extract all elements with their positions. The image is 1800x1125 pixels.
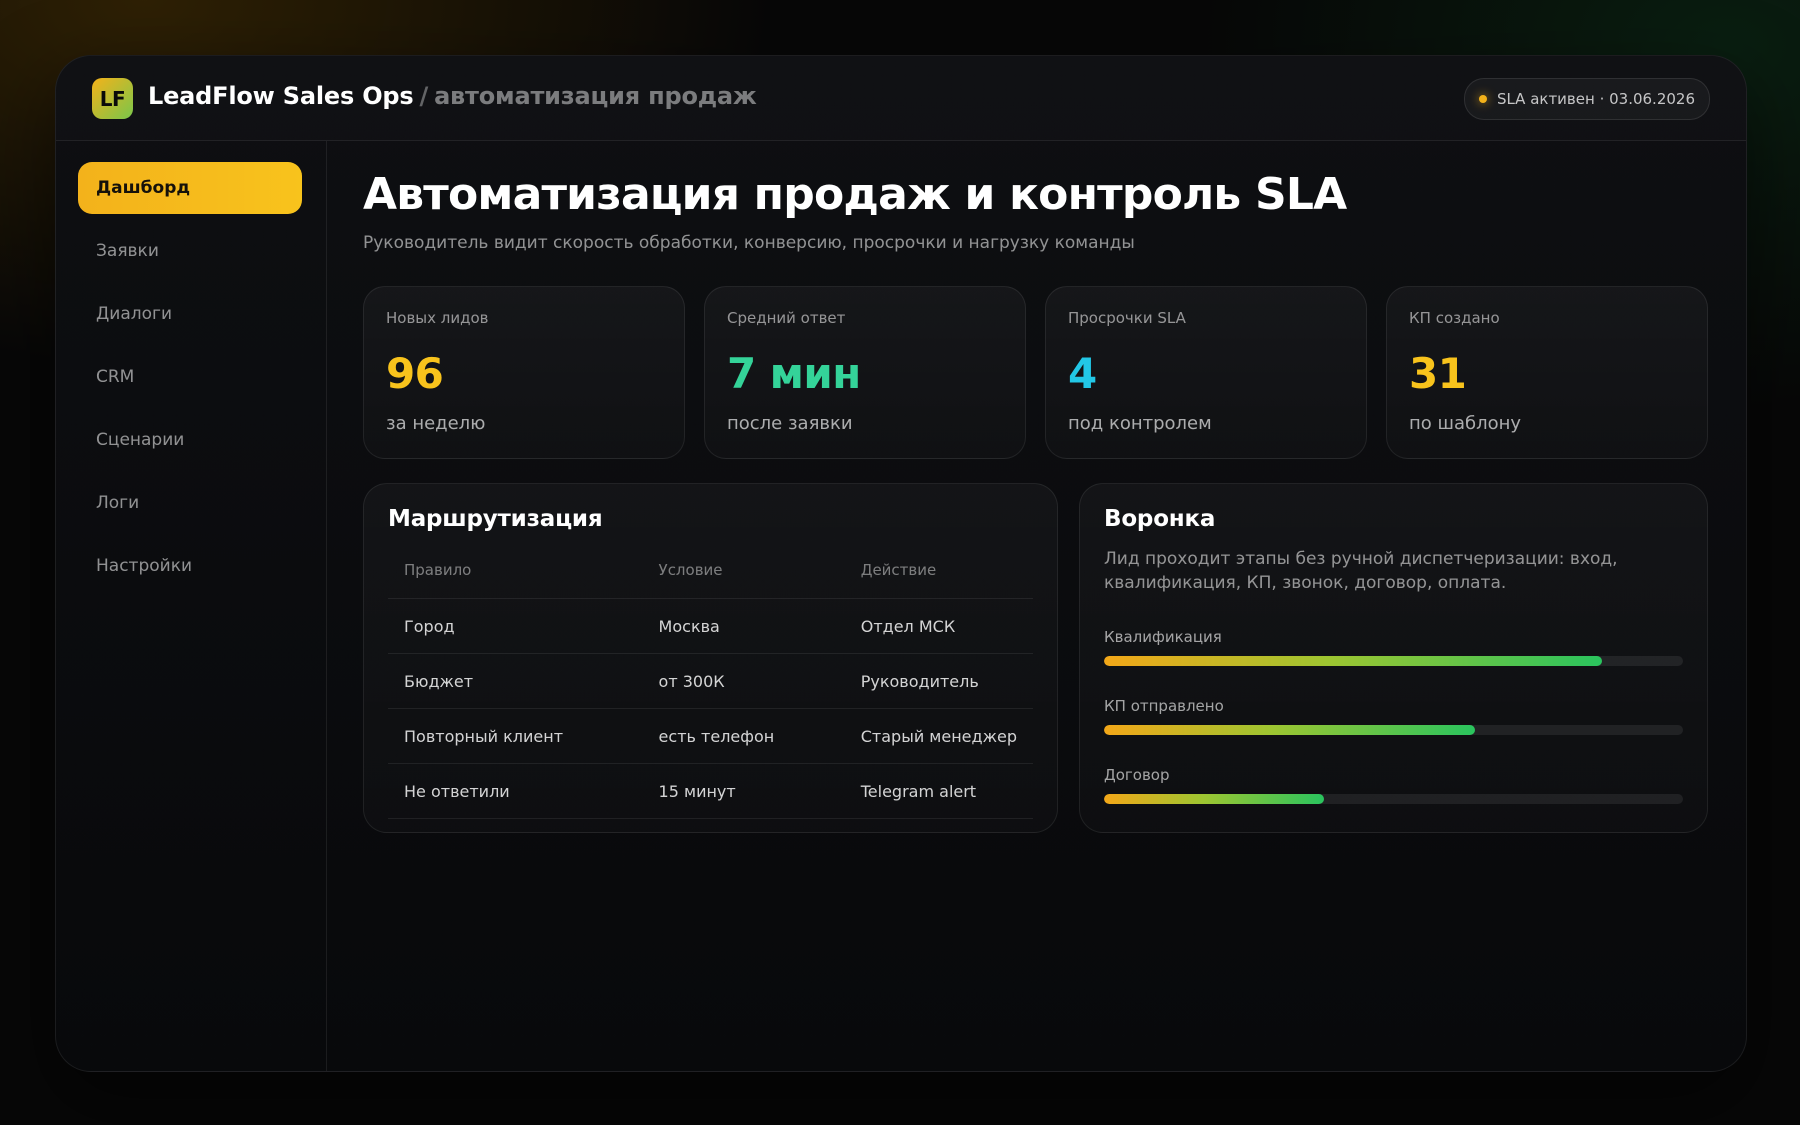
table-row[interactable]: Город Москва Отдел МСК: [388, 598, 1033, 654]
sidebar-item-requests[interactable]: Заявки: [78, 225, 302, 277]
sidebar-item-label: Сценарии: [96, 430, 185, 450]
sidebar-item-dialogs[interactable]: Диалоги: [78, 288, 302, 340]
stage-label: Квалификация: [1104, 628, 1222, 646]
progress-fill: [1104, 725, 1475, 735]
column-header-action: Действие: [844, 552, 1033, 599]
table-row[interactable]: Повторный клиент есть телефон Старый мен…: [388, 708, 1033, 764]
funnel-title: Воронка: [1104, 506, 1216, 532]
routing-panel: Маршрутизация Правило Условие Действие Г…: [363, 483, 1058, 833]
kpi-hint: под контролем: [1068, 413, 1212, 434]
kpi-cards: Новых лидов 96 за неделю Средний ответ 7…: [363, 286, 1708, 459]
cell-action: Telegram alert: [844, 763, 1033, 819]
cell-rule: Повторный клиент: [388, 708, 643, 764]
progress-fill: [1104, 794, 1325, 804]
cell-condition: от 300К: [642, 653, 845, 709]
logo-icon: LF: [92, 78, 133, 119]
column-header-rule: Правило: [388, 552, 643, 599]
cell-rule: Город: [388, 598, 643, 654]
funnel-panel: Воронка Лид проходит этапы без ручной ди…: [1079, 483, 1708, 833]
sidebar-item-label: Логи: [96, 493, 140, 513]
sidebar-item-label: Настройки: [96, 556, 193, 576]
kpi-value: 7 мин: [727, 349, 861, 398]
page-subtitle: Руководитель видит скорость обработки, к…: [363, 233, 1135, 253]
sla-status-text: SLA активен · 03.06.2026: [1496, 90, 1695, 108]
cell-action: Старый менеджер: [844, 708, 1033, 764]
stage-label: КП отправлено: [1104, 697, 1224, 715]
page-title: Автоматизация продаж и контроль SLA: [363, 169, 1347, 220]
progress-track: [1104, 794, 1683, 804]
app-window: LF LeadFlow Sales Ops / автоматизация прод…: [55, 55, 1747, 1072]
kpi-value: 31: [1409, 349, 1467, 398]
status-dot-icon: [1478, 95, 1487, 103]
routing-table: Правило Условие Действие Город Москва От…: [388, 552, 1033, 819]
kpi-card-proposals: КП создано 31 по шаблону: [1386, 286, 1708, 459]
kpi-card-sla-overdue: Просрочки SLA 4 под контролем: [1045, 286, 1367, 459]
kpi-value: 96: [386, 349, 444, 398]
cell-rule: Не ответили: [388, 763, 643, 819]
sidebar-item-label: CRM: [96, 367, 135, 387]
brand-separator: /: [419, 82, 429, 110]
cell-condition: Москва: [642, 598, 845, 654]
sidebar-item-label: Диалоги: [96, 304, 172, 324]
funnel-description: Лид проходит этапы без ручной диспетчери…: [1104, 549, 1618, 593]
stage-label: Договор: [1104, 766, 1170, 784]
kpi-hint: после заявки: [727, 413, 853, 434]
cell-action: Отдел МСК: [844, 598, 1033, 654]
progress-fill: [1104, 656, 1602, 666]
column-header-condition: Условие: [642, 552, 845, 599]
sidebar-item-logs[interactable]: Логи: [78, 477, 302, 529]
sla-status-badge: SLA активен · 03.06.2026: [1463, 78, 1710, 120]
kpi-value: 4: [1068, 349, 1097, 398]
sidebar-item-label: Дашборд: [96, 178, 191, 198]
cell-action: Руководитель: [844, 653, 1033, 709]
progress-track: [1104, 725, 1683, 735]
progress-track: [1104, 656, 1683, 666]
top-bar: LF LeadFlow Sales Ops / автоматизация прод…: [56, 56, 1746, 141]
cell-rule: Бюджет: [388, 653, 643, 709]
kpi-label: Просрочки SLA: [1068, 309, 1186, 327]
routing-title: Маршрутизация: [388, 506, 603, 532]
kpi-card-avg-response: Средний ответ 7 мин после заявки: [704, 286, 1026, 459]
sidebar: Дашборд Заявки Диалоги CRM Сценарии Логи…: [56, 141, 327, 1071]
kpi-label: КП создано: [1409, 309, 1500, 327]
table-row[interactable]: Не ответили 15 минут Telegram alert: [388, 763, 1033, 819]
brand-subtitle: автоматизация продаж: [434, 82, 757, 110]
brand-name: LeadFlow Sales Ops: [148, 82, 414, 110]
cell-condition: 15 минут: [642, 763, 845, 819]
kpi-label: Средний ответ: [727, 309, 846, 327]
brand-title: LeadFlow Sales Ops / автоматизация продаж: [148, 82, 757, 110]
funnel-stage-contract: Договор: [1104, 766, 1683, 816]
funnel-stage-qualification: Квалификация: [1104, 628, 1683, 678]
sidebar-item-settings[interactable]: Настройки: [78, 540, 302, 592]
main-content: Автоматизация продаж и контроль SLA Руко…: [346, 141, 1736, 1071]
sidebar-item-dashboard[interactable]: Дашборд: [78, 162, 302, 214]
cell-condition: есть телефон: [642, 708, 845, 764]
sidebar-item-crm[interactable]: CRM: [78, 351, 302, 403]
kpi-hint: по шаблону: [1409, 413, 1522, 434]
kpi-label: Новых лидов: [386, 309, 489, 327]
sidebar-item-scenarios[interactable]: Сценарии: [78, 414, 302, 466]
table-row[interactable]: Бюджет от 300К Руководитель: [388, 653, 1033, 709]
kpi-card-new-leads: Новых лидов 96 за неделю: [363, 286, 685, 459]
funnel-stage-proposal-sent: КП отправлено: [1104, 697, 1683, 747]
sidebar-item-label: Заявки: [96, 241, 159, 261]
table-header-row: Правило Условие Действие: [388, 552, 1033, 599]
kpi-hint: за неделю: [386, 413, 486, 434]
